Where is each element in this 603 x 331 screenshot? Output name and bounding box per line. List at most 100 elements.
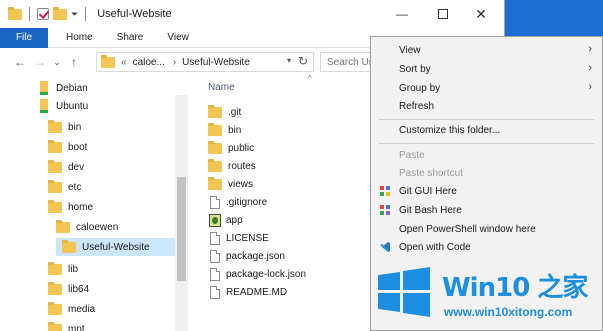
properties-check-icon[interactable]: [37, 8, 49, 20]
refresh-button[interactable]: ↻: [298, 54, 308, 68]
file-name: bin: [228, 124, 242, 136]
file-icon: [210, 249, 220, 263]
breadcrumb-useful-website[interactable]: Useful-Website: [182, 57, 250, 68]
address-bar[interactable]: « caloe... › Useful-Website ▾ ↻: [96, 52, 314, 72]
file-row[interactable]: views: [208, 175, 253, 193]
file-name: routes: [228, 160, 256, 172]
forward-button[interactable]: →: [30, 55, 50, 69]
file-row[interactable]: public: [208, 139, 254, 157]
title-bar: ⏷ Useful-Website — ✕: [0, 0, 505, 28]
menu-item-paste-shortcut[interactable]: Paste shortcut: [371, 164, 602, 182]
file-row[interactable]: .git: [208, 103, 241, 121]
file-row[interactable]: .gitignore: [208, 193, 267, 211]
minimize-button[interactable]: —: [387, 4, 417, 24]
windows-logo-icon: [378, 267, 430, 317]
git-bash-icon: [380, 205, 390, 215]
file-name: views: [228, 178, 254, 190]
up-button[interactable]: ↑: [64, 55, 84, 69]
menu-item-git-bash-here[interactable]: Git Bash Here: [371, 201, 602, 219]
file-icon: [210, 231, 220, 245]
menu-item-refresh[interactable]: Refresh: [371, 97, 602, 115]
menu-item-view[interactable]: View ›: [371, 41, 602, 59]
menu-item-label: Paste shortcut: [399, 167, 463, 179]
file-name: LICENSE: [226, 232, 269, 244]
menu-item-group-by[interactable]: Group by ›: [371, 79, 602, 97]
close-icon: ✕: [475, 5, 487, 22]
file-row[interactable]: LICENSE: [208, 229, 269, 247]
file-name: package-lock.json: [226, 268, 307, 280]
menu-item-paste[interactable]: Paste: [371, 146, 602, 164]
file-name: .git: [228, 106, 242, 118]
menu-item-sort-by[interactable]: Sort by ›: [371, 60, 602, 78]
tab-home[interactable]: Home: [66, 32, 93, 43]
tree-item-bin[interactable]: bin: [48, 118, 81, 136]
file-icon: [210, 195, 220, 209]
customize-toolbar-icon[interactable]: ⏷: [71, 9, 78, 20]
tree-item-mnt[interactable]: mnt: [48, 320, 85, 331]
recent-locations-button[interactable]: ⌄: [50, 57, 64, 68]
tree-item-label: mnt: [68, 323, 85, 331]
sort-indicator-icon: ^: [308, 74, 312, 83]
breadcrumb-overflow[interactable]: «: [121, 57, 127, 68]
desktop-background: [505, 0, 603, 40]
tree-item-home[interactable]: home: [48, 198, 93, 216]
tree-item-ubuntu[interactable]: Ubuntu: [40, 97, 88, 115]
scrollbar-thumb[interactable]: [177, 177, 186, 281]
menu-item-label: Group by: [399, 82, 441, 94]
folder-icon: [208, 104, 222, 118]
tree-item-debian[interactable]: Debian: [40, 79, 88, 97]
maximize-button[interactable]: [428, 4, 458, 24]
folder-icon: [56, 219, 70, 233]
file-row[interactable]: app: [208, 211, 243, 229]
tab-file[interactable]: File: [0, 27, 48, 48]
navigation-pane-scrollbar[interactable]: [175, 95, 188, 331]
linux-drive-icon: [40, 81, 48, 95]
chevron-right-icon[interactable]: ›: [173, 57, 176, 68]
close-button[interactable]: ✕: [466, 4, 496, 24]
tree-item-etc[interactable]: etc: [48, 178, 81, 196]
tree-item-label: boot: [68, 141, 88, 153]
file-row[interactable]: package.json: [208, 247, 285, 265]
menu-item-label: Git GUI Here: [399, 185, 457, 197]
folder-icon: [208, 140, 222, 154]
toolbar-separator: [85, 7, 87, 21]
menu-item-open-powershell[interactable]: Open PowerShell window here: [371, 220, 602, 238]
back-button[interactable]: ←: [10, 55, 30, 69]
watermark: Win10 之家 www.win10xitong.com: [368, 255, 603, 331]
tree-item-boot[interactable]: boot: [48, 138, 87, 156]
folder-icon: [48, 199, 62, 213]
file-name: README.MD: [226, 286, 288, 298]
breadcrumb-caloewen[interactable]: caloe...: [133, 57, 165, 68]
file-row[interactable]: package-lock.json: [208, 265, 306, 283]
folder-icon: [208, 122, 222, 136]
chevron-down-icon[interactable]: ▾: [287, 56, 291, 65]
tree-item-caloewen[interactable]: caloewen: [56, 218, 118, 236]
app-icon: [209, 213, 221, 227]
new-folder-icon[interactable]: [53, 6, 67, 20]
folder-icon: [48, 321, 62, 331]
menu-item-git-gui-here[interactable]: Git GUI Here: [371, 182, 602, 200]
file-row[interactable]: README.MD: [208, 283, 287, 301]
tree-item-lib[interactable]: lib: [48, 260, 78, 278]
file-row[interactable]: routes: [208, 157, 256, 175]
file-row[interactable]: bin: [208, 121, 241, 139]
folder-icon: [48, 301, 62, 315]
menu-item-open-with-code[interactable]: Open with Code: [371, 238, 602, 256]
tree-item-label: etc: [68, 181, 82, 193]
column-header-name[interactable]: Name: [208, 82, 235, 93]
menu-item-customize-folder[interactable]: Customize this folder...: [371, 121, 602, 139]
folder-icon: [208, 158, 222, 172]
chevron-right-icon: ›: [588, 81, 592, 93]
tree-item-useful-website[interactable]: Useful-Website: [56, 238, 175, 256]
tree-item-label: Debian: [56, 82, 88, 94]
tab-share[interactable]: Share: [117, 32, 144, 43]
tree-item-dev[interactable]: dev: [48, 158, 84, 176]
tab-view[interactable]: View: [167, 32, 189, 43]
tree-item-lib64[interactable]: lib64: [48, 280, 89, 298]
menu-separator: [379, 119, 594, 120]
folder-icon: [48, 281, 62, 295]
git-gui-icon: [380, 186, 390, 196]
file-name: public: [228, 142, 255, 154]
tree-item-media[interactable]: media: [48, 300, 95, 318]
file-icon: [210, 267, 220, 281]
